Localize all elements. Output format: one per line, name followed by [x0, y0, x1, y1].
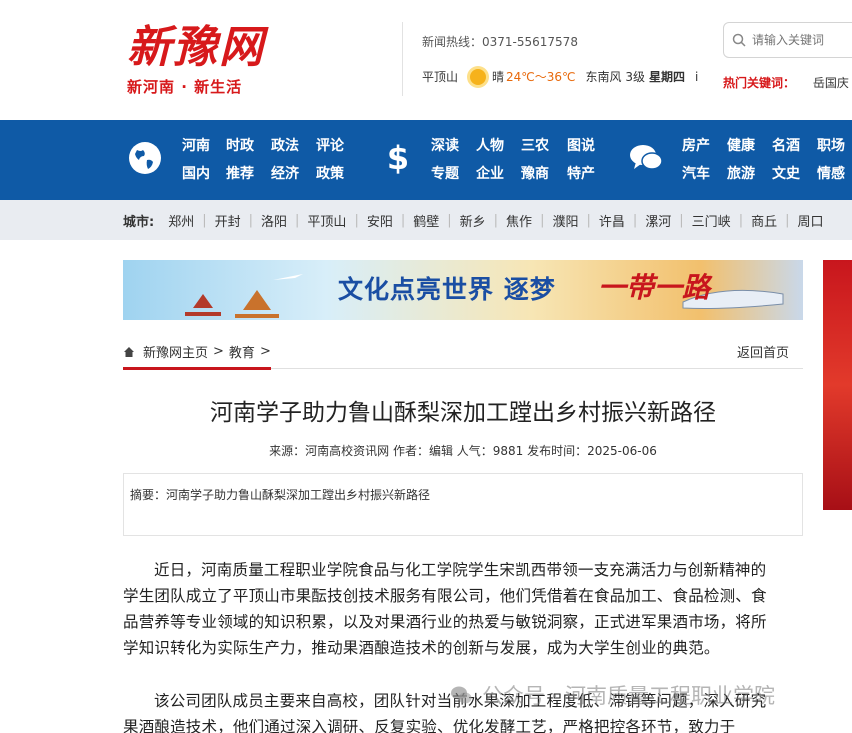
weather-widget: 平顶山 晴 24℃～36℃ 东南风 3级 星期四 i	[422, 68, 698, 85]
city-link[interactable]: 漯河	[637, 211, 679, 230]
nav-link[interactable]: 推荐	[220, 160, 260, 188]
logo-slogan: 新河南 · 新生活	[127, 78, 243, 96]
chat-icon	[630, 145, 663, 170]
breadcrumb-section[interactable]: 教育	[229, 342, 255, 361]
nav-link[interactable]: 国内	[176, 160, 216, 188]
nav-col-7: 三农 豫商	[515, 132, 555, 188]
city-link[interactable]: 商丘	[743, 211, 785, 230]
article-summary: 摘要：河南学子助力鲁山酥梨深加工蹚出乡村振兴新路径	[123, 473, 803, 536]
nav-link[interactable]: 政策	[310, 160, 350, 188]
weather-wind: 东南风 3级	[585, 70, 645, 84]
hot-keywords-label: 热门关键词：	[723, 76, 796, 90]
nav-link[interactable]: 旅游	[721, 160, 761, 188]
nav-col-11: 名酒 文史	[766, 132, 806, 188]
wechat-watermark: 公众号 · 河南质量工程职业学院	[450, 680, 775, 710]
nav-link[interactable]: 名酒	[766, 132, 806, 160]
nav-link[interactable]: 三农	[515, 132, 555, 160]
svg-text:$: $	[387, 140, 409, 176]
nav-col-4: 评论 政策	[310, 132, 350, 188]
weather-city: 平顶山	[422, 70, 459, 84]
nav-link[interactable]: 深读	[425, 132, 465, 160]
hot-keywords: 热门关键词： 岳国庆	[723, 74, 849, 91]
breadcrumb-accent	[123, 367, 271, 370]
weather-extra: i	[695, 69, 699, 84]
nav-link[interactable]: 河南	[176, 132, 216, 160]
breadcrumb-sep: >	[213, 344, 224, 359]
nav-link[interactable]: 人物	[470, 132, 510, 160]
nav-link[interactable]: 企业	[470, 160, 510, 188]
search-icon[interactable]	[732, 33, 746, 47]
nav-link[interactable]: 职场	[811, 132, 851, 160]
banner-slogan: 一带一路	[598, 271, 711, 304]
nav-col-12: 职场 情感	[811, 132, 851, 188]
nav-link[interactable]: 时政	[220, 132, 260, 160]
sun-icon	[470, 68, 487, 85]
watermark-text: 公众号 · 河南质量工程职业学院	[482, 684, 776, 708]
nav-link[interactable]: 健康	[721, 132, 761, 160]
search-input[interactable]	[752, 33, 852, 47]
article-paragraph: 近日，河南质量工程职业学院食品与化工学院学生宋凯西带领一支充满活力与创新精神的学…	[123, 561, 767, 657]
header-divider	[402, 22, 403, 96]
nav-link[interactable]: 文史	[766, 160, 806, 188]
wechat-icon	[451, 686, 472, 704]
city-link[interactable]: 三门峡	[684, 211, 739, 230]
breadcrumb-home[interactable]: 新豫网主页	[143, 342, 208, 361]
weather-weekday: 星期四	[648, 70, 685, 84]
article-title: 河南学子助力鲁山酥梨深加工蹚出乡村振兴新路径	[210, 400, 716, 426]
nav-link[interactable]: 专题	[425, 160, 465, 188]
nav-link[interactable]: 情感	[811, 160, 851, 188]
nav-col-10: 健康 旅游	[721, 132, 761, 188]
nav-col-9: 房产 汽车	[676, 132, 716, 188]
nav-link[interactable]: 特产	[561, 160, 601, 188]
nav-col-6: 人物 企业	[470, 132, 510, 188]
main-nav: 河南 国内 时政 推荐 政法 经济 评论 政策 $ 深读 专题 人物 企业 三农…	[0, 120, 852, 200]
city-link[interactable]: 濮阳	[544, 211, 586, 230]
nav-col-3: 政法 经济	[265, 132, 305, 188]
city-bar: 城市: 郑州 | 开封 | 洛阳 | 平顶山 | 安阳 | 鹤壁 | 新乡 | 焦作 | 濮阳 |…	[0, 200, 852, 240]
globe-icon	[129, 142, 161, 174]
nav-col-2: 时政 推荐	[220, 132, 260, 188]
home-icon	[124, 346, 134, 357]
breadcrumb: 新豫网主页 > 教育 > 返回首页	[123, 333, 803, 370]
city-link[interactable]: 安阳	[359, 211, 401, 230]
nav-col-5: 深读 专题	[425, 132, 465, 188]
city-link[interactable]: 洛阳	[253, 211, 295, 230]
city-link[interactable]: 周口	[789, 211, 831, 230]
nav-link[interactable]: 汽车	[676, 160, 716, 188]
news-hotline: 新闻热线：0371-55617578	[422, 35, 578, 49]
nav-link[interactable]: 房产	[676, 132, 716, 160]
city-link[interactable]: 许昌	[591, 211, 633, 230]
weather-condition: 晴	[492, 70, 505, 84]
dollar-icon: $	[387, 140, 409, 176]
weather-temp: 24℃～36℃	[506, 70, 576, 84]
city-link[interactable]: 平顶山	[299, 211, 354, 230]
logo-main-text: 新豫网	[127, 22, 265, 73]
back-home-link[interactable]: 返回首页	[737, 342, 789, 361]
side-ad[interactable]	[823, 260, 852, 510]
nav-link[interactable]: 评论	[310, 132, 350, 160]
city-link[interactable]: 鹤壁	[405, 211, 447, 230]
nav-col-1: 河南 国内	[176, 132, 216, 188]
city-link[interactable]: 新乡	[452, 211, 494, 230]
nav-link[interactable]: 图说	[561, 132, 601, 160]
nav-link[interactable]: 政法	[265, 132, 305, 160]
site-header: 新豫网 新河南 · 新生活 新闻热线：0371-55617578 平顶山 晴 2…	[0, 0, 852, 120]
search-box[interactable]	[723, 22, 852, 58]
city-link[interactable]: 焦作	[498, 211, 540, 230]
breadcrumb-path: 新豫网主页 > 教育 >	[123, 342, 276, 361]
city-link[interactable]: 开封	[207, 211, 249, 230]
breadcrumb-sep: >	[259, 344, 271, 359]
nav-link[interactable]: 豫商	[515, 160, 555, 188]
banner-title: 文化点亮世界 逐梦	[338, 275, 556, 304]
nav-col-8: 图说 特产	[561, 132, 601, 188]
article-meta: 来源：河南高校资讯网 作者：编辑 人气：9881 发布时间：2025-06-06	[269, 444, 657, 458]
hot-keyword-link[interactable]: 岳国庆	[813, 76, 849, 90]
promo-banner[interactable]: 文化点亮世界 逐梦 一带一路	[123, 260, 803, 320]
nav-link[interactable]: 经济	[265, 160, 305, 188]
city-label: 城市:	[123, 214, 155, 230]
city-link[interactable]: 郑州	[160, 211, 202, 230]
site-logo[interactable]: 新豫网 新河南 · 新生活	[127, 22, 302, 102]
